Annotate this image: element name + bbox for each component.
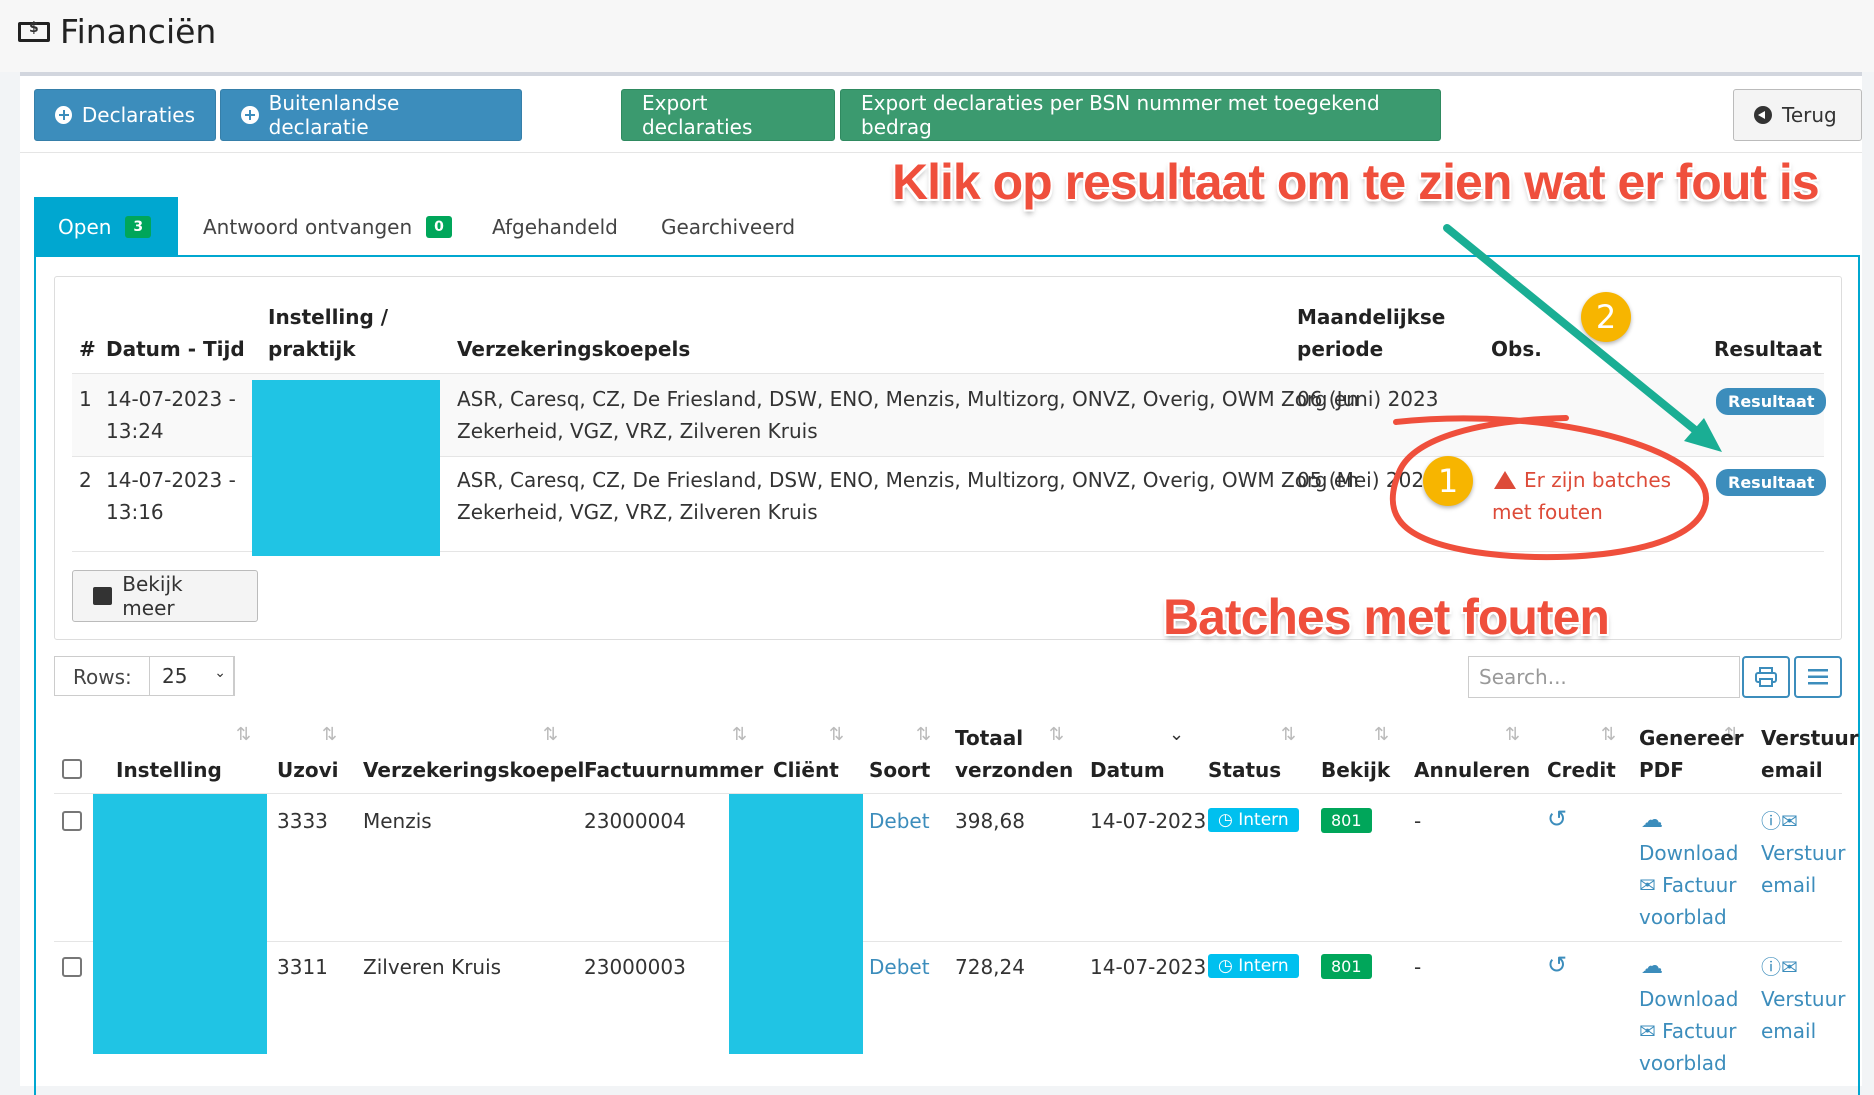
annotation-click-result: Klik op resultaat om te zien wat er fout… <box>892 154 1820 210</box>
annotation-batches-errors: Batches met fouten <box>1163 589 1610 645</box>
step-marker-2: 2 <box>1581 292 1631 342</box>
annotation-arrow-line <box>1443 224 1709 442</box>
step-marker-1: 1 <box>1423 456 1473 506</box>
